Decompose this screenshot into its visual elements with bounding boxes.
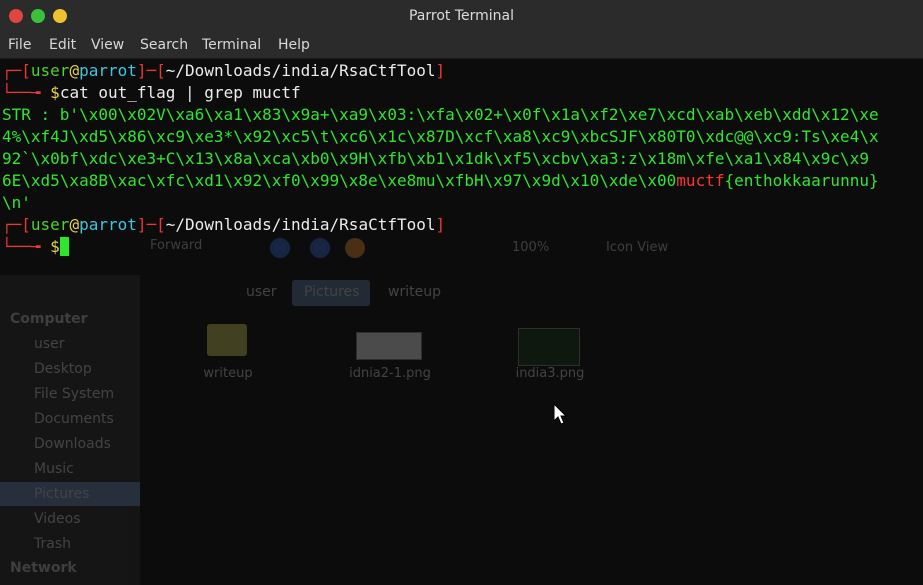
ghost-sidebar-item: Desktop xyxy=(34,361,92,377)
prompt-frame: └──╼ xyxy=(2,83,51,102)
terminal-output[interactable]: ┌─[user@parrot]─[~/Downloads/india/RsaCt… xyxy=(2,60,921,258)
ghost-sidebar-item: Downloads xyxy=(34,436,111,452)
prompt-host: parrot xyxy=(79,215,137,234)
menu-search[interactable]: Search xyxy=(140,37,188,53)
prompt-frame: ]─[ xyxy=(136,61,166,80)
ghost-sidebar-item: Music xyxy=(34,461,74,477)
ghost-sidebar-heading-network: Network xyxy=(10,560,77,576)
ghost-sidebar-item: Pictures xyxy=(34,486,90,502)
input-line[interactable]: └──╼ $ xyxy=(2,236,921,258)
prompt-at: @ xyxy=(69,215,80,234)
prompt-path: ~/Downloads/india/RsaCtfTool xyxy=(165,215,436,234)
menu-file[interactable]: File xyxy=(8,37,31,53)
prompt-dollar: $ xyxy=(50,83,60,102)
ghost-sidebar-item: Documents xyxy=(34,411,114,427)
menu-view[interactable]: View xyxy=(91,37,124,53)
ghost-sidebar-item: Trash xyxy=(34,536,71,552)
ghost-image-thumbnail xyxy=(356,332,422,360)
prompt-user: user xyxy=(30,61,70,80)
prompt-frame: ┌─[ xyxy=(2,61,31,80)
ghost-sidebar-heading-computer: Computer xyxy=(10,311,88,327)
output-line-flag: 6E\xd5\xa8B\xac\xfc\xd1\x92\xf0\x99\x8e\… xyxy=(2,170,921,192)
output-bytes: 6E\xd5\xa8B\xac\xfc\xd1\x92\xf0\x99\x8e\… xyxy=(2,171,677,190)
terminal-window: Forward 100% Icon View Places Computer u… xyxy=(0,0,923,585)
flag-text: {enthokkaarunnu} xyxy=(724,171,879,190)
ghost-breadcrumb: Pictures xyxy=(304,284,360,300)
ghost-breadcrumb: user xyxy=(246,284,277,300)
prompt-line: ┌─[user@parrot]─[~/Downloads/india/RsaCt… xyxy=(2,214,921,236)
ghost-image-thumbnail xyxy=(518,328,580,366)
prompt-dollar: $ xyxy=(50,237,60,256)
command-text: cat out_flag | grep muctf xyxy=(59,83,301,102)
ghost-sidebar-item: user xyxy=(34,336,65,352)
ghost-folder-icon xyxy=(207,324,247,356)
ghost-sidebar: Computer user Desktop File System Docume… xyxy=(0,275,140,585)
menu-help[interactable]: Help xyxy=(278,37,310,53)
title-bar: Parrot Terminal xyxy=(0,0,923,32)
prompt-path: ~/Downloads/india/RsaCtfTool xyxy=(165,61,436,80)
output-line: STR : b'\x00\x02V\xa6\xa1\x83\x9a+\xa9\x… xyxy=(2,105,879,124)
ghost-sidebar-item: File System xyxy=(34,386,115,402)
ghost-file-label: writeup xyxy=(203,366,253,381)
ghost-sidebar-item: Videos xyxy=(34,511,81,527)
window-title: Parrot Terminal xyxy=(408,8,515,24)
command-line: └──╼ $cat out_flag | grep muctf xyxy=(2,82,921,104)
prompt-user: user xyxy=(30,215,70,234)
prompt-frame: ┌─[ xyxy=(2,215,31,234)
ghost-file-label: idnia2-1.png xyxy=(349,366,431,381)
menu-terminal[interactable]: Terminal xyxy=(202,37,261,53)
prompt-frame: ]─[ xyxy=(136,215,166,234)
output-line: 4%\xf4J\xd5\x86\xc9\xe3*\x92\xc5\t\xc6\x… xyxy=(2,127,879,146)
grep-match: muctf xyxy=(676,171,725,190)
prompt-frame: ] xyxy=(435,61,446,80)
prompt-at: @ xyxy=(69,61,80,80)
output-line: 92`\x0bf\xdc\xe3+C\x13\x8a\xca\xb0\x9H\x… xyxy=(2,149,869,168)
ghost-breadcrumb: writeup xyxy=(388,284,441,300)
prompt-frame: └──╼ xyxy=(2,237,51,256)
prompt-frame: ] xyxy=(435,215,446,234)
prompt-line: ┌─[user@parrot]─[~/Downloads/india/RsaCt… xyxy=(2,60,921,82)
menu-edit[interactable]: Edit xyxy=(49,37,76,53)
mouse-pointer-icon xyxy=(553,403,568,425)
ghost-breadcrumb-bar: user Pictures writeup xyxy=(140,278,923,306)
output-line: \n' xyxy=(2,193,31,212)
menu-bar: File Edit View Search Terminal Help xyxy=(0,32,923,59)
ghost-file-label: india3.png xyxy=(515,366,585,381)
text-cursor xyxy=(59,237,69,256)
prompt-host: parrot xyxy=(79,61,137,80)
